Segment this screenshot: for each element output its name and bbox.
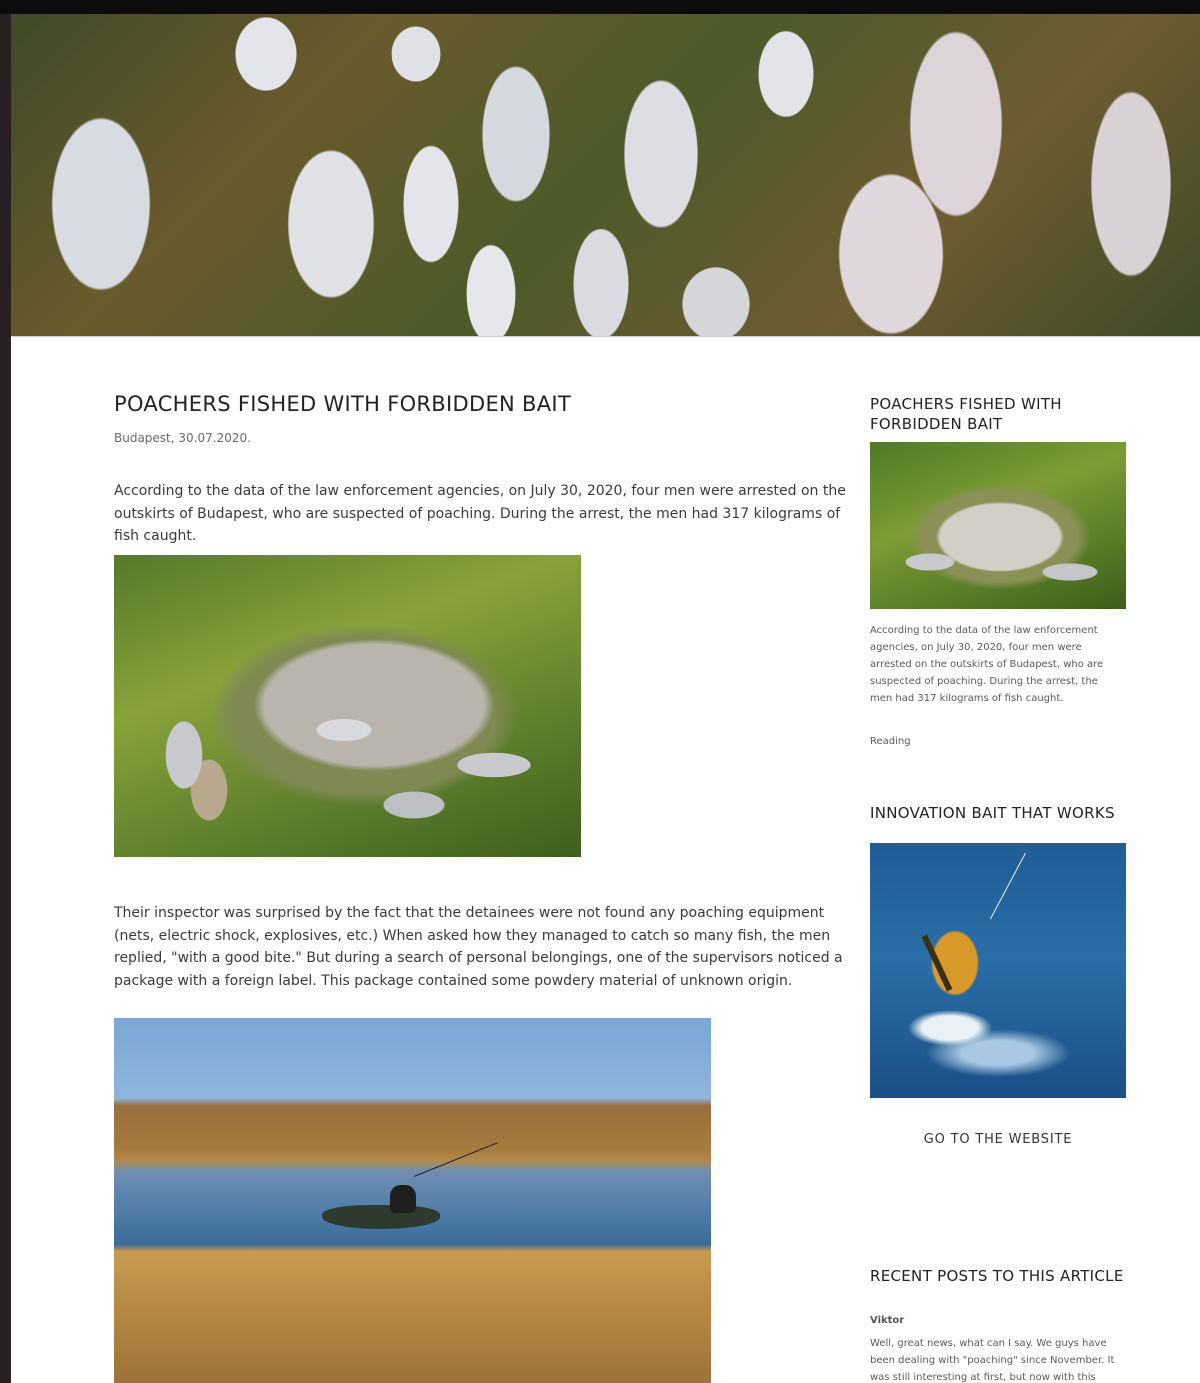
page: POACHERS FISHED WITH FORBIDDEN BAIT Buda…: [11, 14, 1200, 1383]
article-image-lake-fisherman: [114, 1018, 711, 1383]
go-to-website-button[interactable]: GO TO THE WEBSITE: [870, 1132, 1126, 1147]
sidebar-promo-image[interactable]: [870, 442, 1126, 609]
sidebar-ad-title: INNOVATION BAIT THAT WORKS: [870, 804, 1115, 822]
fisherman-shape: [390, 1185, 416, 1213]
fishing-line-shape: [989, 852, 1026, 920]
recent-posts-title: RECENT POSTS TO THIS ARTICLE: [870, 1267, 1124, 1285]
article-paragraph: According to the data of the law enforce…: [114, 483, 846, 544]
comment-text: Well, great news, what can I say. We guy…: [870, 1338, 1115, 1383]
reading-link[interactable]: Reading: [870, 736, 911, 747]
boat-shape: [322, 1205, 440, 1229]
fishing-rod-shape: [413, 1142, 498, 1177]
divider: [11, 336, 1200, 337]
hero-image: [11, 14, 1200, 336]
article-meta: Budapest, 30.07.2020.: [114, 431, 251, 445]
sidebar-ad-image[interactable]: [870, 843, 1126, 1098]
window-left-edge: [0, 14, 11, 1383]
comment-author: Viktor: [870, 1315, 905, 1326]
article-title: POACHERS FISHED WITH FORBIDDEN BAIT: [114, 392, 571, 416]
perch-stripe-shape: [921, 934, 953, 992]
sidebar-promo-title[interactable]: POACHERS FISHED WITH FORBIDDEN BAIT: [870, 394, 1126, 434]
article-image-fish-on-grass: [114, 555, 581, 857]
window-top-bar: [0, 0, 1200, 14]
sidebar-promo-excerpt: According to the data of the law enforce…: [870, 625, 1104, 704]
article-paragraph: Their inspector was surprised by the fac…: [114, 905, 843, 989]
